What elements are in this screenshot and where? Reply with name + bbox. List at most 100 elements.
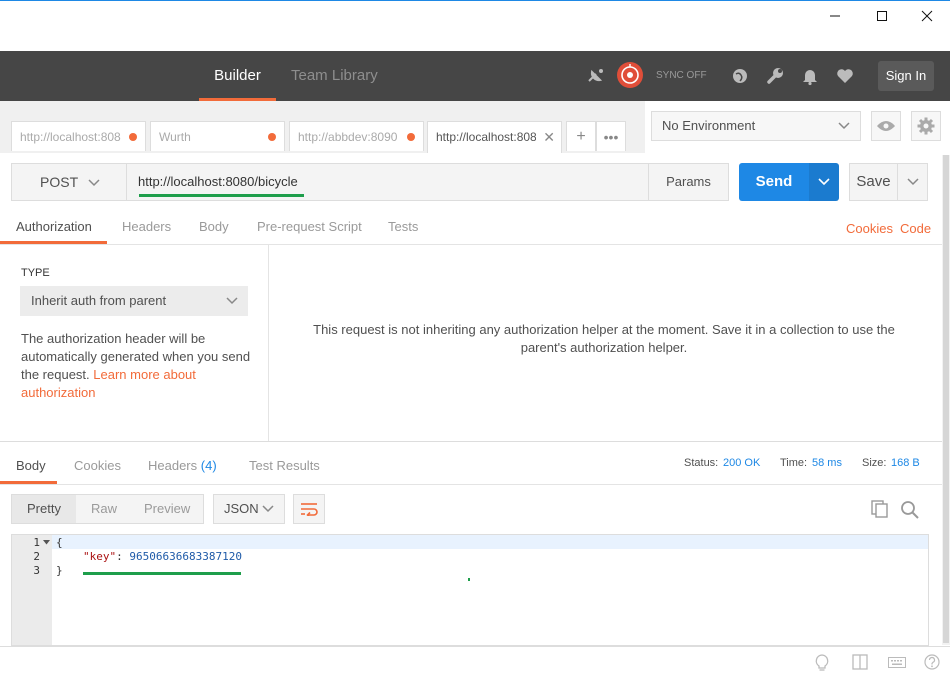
unsaved-dot-icon (268, 133, 276, 141)
time-value: 58 ms (812, 457, 842, 469)
time-label: Time: (780, 457, 808, 469)
request-tab-label: http://abbdev:8090 (298, 130, 398, 144)
scrollbar-thumb[interactable] (943, 155, 949, 643)
new-tab-button[interactable]: + (566, 121, 596, 151)
more-tabs-icon[interactable]: ••• (596, 121, 626, 151)
divider (0, 484, 950, 485)
auth-type-label: TYPE (21, 267, 50, 279)
request-tab-active[interactable]: http://localhost:808 ✕ (427, 121, 562, 153)
save-button[interactable]: Save (849, 163, 898, 201)
send-button[interactable]: Send (739, 163, 809, 201)
chevron-down-icon (838, 122, 850, 130)
request-tab-label: http://localhost:808 (20, 130, 121, 144)
size-label: Size: (862, 457, 887, 469)
close-window-icon[interactable] (904, 1, 950, 31)
size-value: 168 B (891, 457, 920, 469)
nav-builder[interactable]: Builder (199, 51, 276, 101)
json-colon: : (116, 550, 130, 563)
satellite-icon[interactable] (586, 66, 606, 86)
sync-status-icon[interactable] (617, 62, 643, 88)
line-number: 2 (33, 550, 40, 563)
request-tab[interactable]: Wurth (150, 121, 285, 151)
code-link[interactable]: Code (900, 221, 931, 236)
format-value: JSON (224, 501, 259, 516)
code-line: } (56, 564, 63, 577)
chevron-down-icon (226, 297, 238, 305)
response-tab-body[interactable]: Body (16, 458, 46, 473)
unsaved-dot-icon (407, 133, 415, 141)
sync-label: SYNC OFF (656, 70, 707, 81)
response-body-editor[interactable]: 1 2 3 { "key": 96506636683387120 } (11, 534, 929, 646)
json-brace: { (56, 536, 63, 549)
gear-icon[interactable] (911, 111, 941, 141)
auth-inherit-message: This request is not inheriting any autho… (313, 322, 895, 355)
chevron-down-icon (906, 178, 919, 186)
wrench-icon[interactable] (765, 66, 785, 86)
unsaved-dot-icon (129, 133, 137, 141)
tab-tests[interactable]: Tests (388, 219, 418, 234)
response-tab-headers-label: Headers (148, 458, 198, 473)
search-icon[interactable] (900, 500, 920, 520)
environment-select[interactable]: No Environment (651, 111, 861, 141)
params-button[interactable]: Params (648, 163, 729, 201)
code-line: "key": 96506636683387120 (83, 550, 242, 563)
view-pretty-button[interactable]: Pretty (12, 495, 76, 523)
request-tab-label: Wurth (159, 130, 191, 144)
app-header: Builder Team Library (0, 51, 950, 101)
view-preview-button[interactable]: Preview (144, 495, 190, 523)
bell-icon[interactable] (800, 66, 820, 86)
view-mode-group: Pretty Raw Preview (11, 494, 204, 524)
code-line: { (56, 536, 63, 549)
environment-selected: No Environment (662, 118, 756, 133)
auth-description: The authorization header will be automat… (21, 330, 257, 402)
request-tab[interactable]: http://localhost:808 (11, 121, 146, 151)
view-raw-button[interactable]: Raw (91, 495, 117, 523)
save-options-button[interactable] (898, 163, 928, 201)
pane-splitter[interactable] (0, 441, 950, 442)
request-tab-label: http://localhost:808 (436, 130, 536, 144)
line-number: 1 (33, 536, 40, 549)
sign-in-button[interactable]: Sign In (878, 61, 934, 91)
eye-icon[interactable] (871, 111, 901, 141)
method-value: POST (40, 174, 79, 190)
help-icon[interactable] (924, 654, 940, 670)
tab-pre-request-script[interactable]: Pre-request Script (257, 219, 362, 234)
url-highlight-underline (139, 194, 304, 197)
chevron-down-icon (818, 178, 830, 186)
copy-icon[interactable] (871, 500, 889, 518)
json-key: "key" (83, 550, 117, 563)
json-value: 96506636683387120 (129, 550, 242, 563)
status-bar (0, 646, 950, 677)
close-tab-icon[interactable]: ✕ (543, 122, 555, 152)
format-select[interactable]: JSON (213, 494, 285, 524)
heart-icon[interactable] (835, 66, 855, 86)
tab-headers[interactable]: Headers (122, 219, 171, 234)
chevron-down-icon (88, 179, 100, 187)
lightbulb-icon[interactable] (815, 654, 829, 672)
request-tab[interactable]: http://abbdev:8090 (289, 121, 424, 151)
status-label: Status: (684, 457, 719, 469)
send-options-button[interactable] (809, 163, 839, 201)
response-tab-cookies[interactable]: Cookies (74, 458, 121, 473)
globe-icon[interactable] (730, 66, 750, 86)
fold-arrow-icon[interactable] (43, 540, 50, 545)
cookies-link[interactable]: Cookies (846, 221, 893, 236)
line-number: 3 (33, 564, 40, 577)
wrap-lines-icon[interactable] (293, 494, 325, 524)
two-pane-icon[interactable] (852, 654, 868, 670)
keyboard-icon[interactable] (888, 657, 906, 668)
value-highlight-underline (83, 572, 241, 575)
divider (0, 244, 950, 245)
response-tab-headers[interactable]: Headers (4) (148, 458, 217, 473)
minimize-icon[interactable] (812, 1, 858, 31)
status-value: 200 OK (723, 457, 761, 469)
tab-body[interactable]: Body (199, 219, 229, 234)
response-tab-test-results[interactable]: Test Results (249, 458, 320, 473)
method-select[interactable]: POST (11, 163, 127, 201)
nav-team-library[interactable]: Team Library (291, 51, 378, 101)
maximize-icon[interactable] (859, 1, 905, 31)
nav-builder-label: Builder (214, 67, 261, 84)
tab-authorization[interactable]: Authorization (16, 219, 92, 234)
divider (268, 245, 269, 442)
auth-type-select[interactable]: Inherit auth from parent (20, 286, 248, 316)
